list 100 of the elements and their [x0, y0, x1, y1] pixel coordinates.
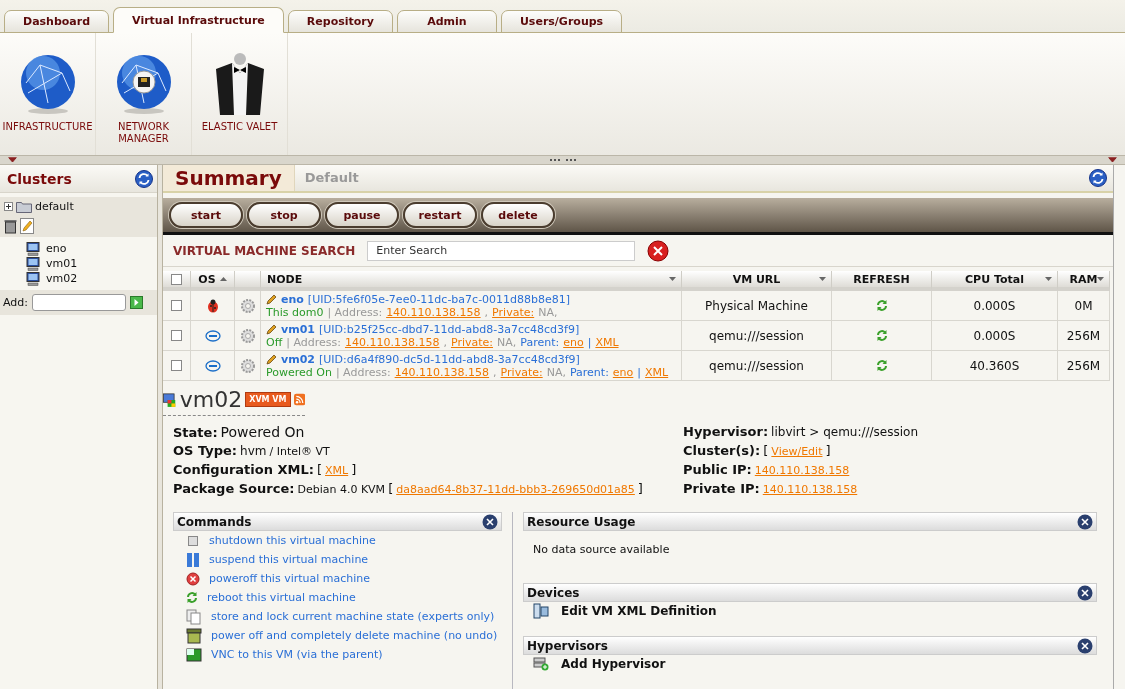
row-checkbox[interactable] — [171, 330, 182, 341]
nav-tab[interactable]: Virtual Infrastructure — [113, 7, 284, 33]
add-field[interactable] — [32, 294, 126, 311]
search-field[interactable]: Enter Search — [367, 240, 636, 261]
vm-title: vm02 — [179, 387, 243, 412]
action-button[interactable]: stop — [247, 202, 321, 229]
node-name[interactable]: eno — [281, 292, 304, 306]
hypervisor-link[interactable]: Add Hypervisor — [561, 657, 666, 671]
panel-title: Devices — [527, 585, 580, 600]
tree-item[interactable]: vm02 — [46, 272, 78, 285]
column-header[interactable]: CPU Total — [932, 271, 1058, 291]
panel-title: Commands — [177, 514, 252, 529]
close-icon[interactable] — [1077, 584, 1093, 601]
column-header[interactable]: VM URL — [682, 271, 832, 291]
tree-item[interactable]: default — [35, 199, 74, 213]
bracket-mark: [ — [316, 462, 322, 477]
action-button[interactable]: delete — [481, 202, 555, 229]
command-link[interactable]: suspend this virtual machine — [209, 553, 369, 566]
column-header[interactable]: REFRESH — [832, 271, 932, 291]
refresh-icon[interactable] — [135, 169, 153, 188]
column-header[interactable]: NODE — [261, 271, 682, 291]
nav-tab[interactable]: Repository — [287, 10, 393, 33]
command-link[interactable]: poweroff this virtual machine — [209, 572, 371, 585]
table-cell: Physical Machine — [682, 291, 832, 321]
row-checkbox[interactable] — [171, 300, 182, 311]
add-label: Add: — [3, 296, 28, 309]
go-button[interactable] — [130, 296, 143, 309]
pencil-icon[interactable] — [266, 293, 277, 305]
node-name[interactable]: vm02 — [281, 352, 315, 366]
grip-icon[interactable] — [549, 158, 576, 162]
field-value: Powered On — [220, 424, 305, 440]
action-button[interactable]: start — [169, 202, 243, 229]
action-button[interactable]: restart — [403, 202, 477, 229]
nav-tab[interactable]: Admin — [396, 10, 497, 33]
detail-text: | Address: — [286, 335, 341, 349]
sidebar-title: Clusters — [7, 170, 72, 187]
detail-text: , — [443, 335, 447, 349]
nav-tab[interactable]: Dashboard — [4, 10, 110, 33]
tree-item[interactable]: eno — [46, 242, 67, 255]
table-cell: qemu:///session — [682, 351, 832, 381]
caret-icon[interactable] — [669, 277, 676, 281]
detail-text: , — [493, 365, 497, 379]
gear-icon[interactable] — [239, 297, 256, 314]
node-uid: [UID:b25f25cc-dbd7-11dd-abd8-3a7cc48cd3f9] — [318, 322, 580, 336]
tuxedo-icon — [213, 53, 266, 115]
nav-tab[interactable]: Users/Groups — [500, 10, 623, 33]
launcher-tile[interactable]: INFRASTRUCTURE — [0, 33, 96, 155]
launcher-tile[interactable]: NETWORK MANAGER — [96, 33, 192, 155]
command-link[interactable]: power off and completely delete machine (no undo) — [211, 629, 498, 642]
expand-icon[interactable] — [4, 201, 13, 211]
command-link[interactable]: store and lock current machine state (experts only) — [211, 610, 495, 623]
action-button[interactable]: pause — [325, 202, 399, 229]
field-value: Debian 4.0 KVM — [297, 483, 386, 496]
rss-icon[interactable] — [293, 392, 305, 407]
panel-title: Resource Usage — [527, 514, 636, 529]
clear-search-icon[interactable] — [647, 239, 670, 262]
field-label: Public IP: — [683, 462, 752, 477]
caret-icon[interactable] — [1097, 277, 1104, 281]
command-link[interactable]: reboot this virtual machine — [207, 591, 356, 604]
collapse-icon[interactable] — [8, 157, 17, 163]
bracket-mark: ] — [825, 443, 831, 458]
launcher-label: NETWORK MANAGER — [116, 121, 171, 145]
pencil-icon[interactable] — [266, 353, 277, 365]
field-label: State: — [173, 425, 218, 440]
trash-icon[interactable] — [4, 218, 17, 234]
node-name[interactable]: vm01 — [281, 322, 315, 336]
close-icon[interactable] — [1077, 637, 1093, 654]
detail-text: Parent: — [569, 365, 609, 379]
node-uid: [UID:d6a4f890-dc5d-11dd-abd8-3a7cc48cd3f9] — [318, 352, 580, 366]
command-link[interactable]: VNC to this VM (via the parent) — [211, 648, 383, 661]
launcher-label: INFRASTRUCTURE — [2, 121, 93, 133]
caret-icon[interactable] — [1045, 277, 1052, 281]
search-title: VIRTUAL MACHINE SEARCH — [173, 243, 356, 258]
sort-icon — [219, 277, 227, 281]
pencil-icon[interactable] — [266, 323, 277, 335]
launcher-tile[interactable]: ELASTIC VALET — [192, 33, 288, 155]
gear-icon[interactable] — [239, 357, 256, 374]
launcher-label: ELASTIC VALET — [200, 121, 279, 133]
select-all-checkbox[interactable] — [171, 273, 182, 285]
refresh-icon[interactable] — [1089, 168, 1107, 187]
collapse-icon[interactable] — [1108, 157, 1117, 163]
column-header[interactable]: RAM — [1058, 271, 1110, 291]
computer-icon — [26, 271, 40, 286]
close-icon[interactable] — [482, 513, 498, 530]
field-label: Private IP: — [683, 481, 760, 496]
command-link[interactable]: shutdown this virtual machine — [209, 534, 376, 547]
view-tab[interactable]: Summary — [163, 165, 295, 191]
table-cell: qemu:///session — [682, 321, 832, 351]
detail-text: , — [484, 305, 489, 319]
row-checkbox[interactable] — [171, 360, 182, 371]
tree-item[interactable]: vm01 — [46, 257, 78, 270]
status-text: This dom0 — [266, 305, 324, 319]
field-label: Package Source: — [173, 481, 295, 496]
node-uid: [UID:5fe6f05e-7ee0-11dc-ba7c-0011d88b8e81] — [307, 292, 571, 306]
stop-icon — [186, 571, 200, 586]
caret-icon[interactable] — [819, 277, 826, 281]
device-link[interactable]: Edit VM XML Definition — [561, 604, 717, 618]
column-header[interactable]: OS — [191, 271, 235, 291]
gear-icon[interactable] — [239, 327, 256, 344]
close-icon[interactable] — [1077, 513, 1093, 530]
